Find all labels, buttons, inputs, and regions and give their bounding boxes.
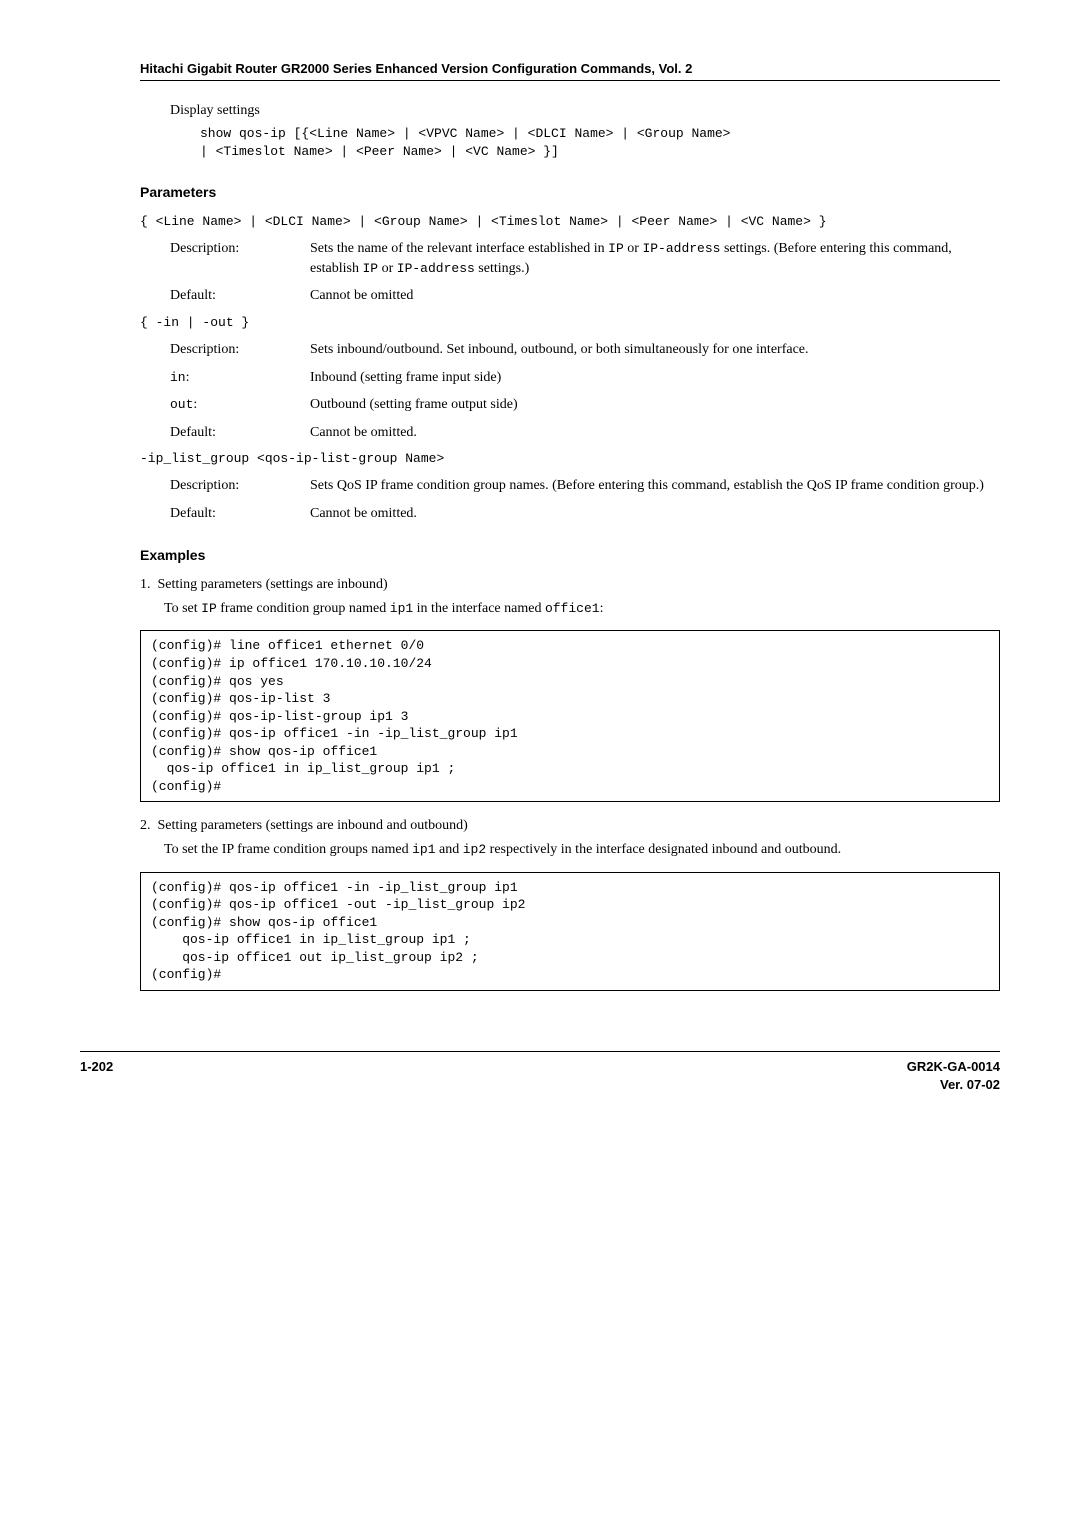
- example2-heading-row: 2. Setting parameters (settings are inbo…: [140, 816, 1000, 836]
- param3-desc-text: Sets QoS IP frame condition group names.…: [310, 476, 1000, 496]
- param2-default-val: Cannot be omitted.: [310, 423, 1000, 443]
- param3-desc-label: Description:: [170, 476, 310, 496]
- param2-desc-label: Description:: [170, 340, 310, 360]
- p1-desc-mid1: or: [624, 241, 643, 256]
- example1-heading: Setting parameters (settings are inbound…: [158, 577, 388, 592]
- display-settings-heading: Display settings: [170, 101, 1000, 121]
- param1-desc-label: Description:: [170, 239, 310, 278]
- param2-description-row: Description: Sets inbound/outbound. Set …: [170, 340, 1000, 360]
- param2-default-label: Default:: [170, 423, 310, 443]
- example2-heading: Setting parameters (settings are inbound…: [158, 818, 468, 833]
- param2-out-label: out:: [170, 395, 310, 415]
- examples-title: Examples: [140, 546, 1000, 566]
- param3-default-val: Cannot be omitted.: [310, 504, 1000, 524]
- p1-desc-mono1: IP: [608, 241, 624, 256]
- example1-body: To set IP frame condition group named ip…: [164, 599, 1000, 619]
- out-mono: out: [170, 397, 193, 412]
- param1-default-label: Default:: [170, 286, 310, 306]
- param1-description-row: Description: Sets the name of the releva…: [170, 239, 1000, 278]
- param3-default-label: Default:: [170, 504, 310, 524]
- doc-header-title: Hitachi Gigabit Router GR2000 Series Enh…: [140, 60, 1000, 81]
- show-syntax-line2: | <Timeslot Name> | <Peer Name> | <VC Na…: [200, 143, 1000, 161]
- param2-in-row: in: Inbound (setting frame input side): [170, 368, 1000, 388]
- page-footer: 1-202 GR2K-GA-0014 Ver. 07-02: [80, 1051, 1000, 1094]
- p1-desc-mono4: IP-address: [397, 261, 475, 276]
- e1-mid2: in the interface named: [413, 601, 545, 616]
- p1-desc-mono3: IP: [363, 261, 379, 276]
- e2-mono1: ip1: [412, 842, 435, 857]
- example1-num: 1.: [140, 577, 151, 592]
- out-colon: :: [193, 397, 197, 412]
- footer-right: GR2K-GA-0014 Ver. 07-02: [907, 1058, 1000, 1094]
- example1-heading-row: 1. Setting parameters (settings are inbo…: [140, 575, 1000, 595]
- param1-desc-text: Sets the name of the relevant interface …: [310, 239, 1000, 278]
- parameters-title: Parameters: [140, 183, 1000, 203]
- footer-page-number: 1-202: [80, 1058, 113, 1094]
- param2-out-row: out: Outbound (setting frame output side…: [170, 395, 1000, 415]
- e2-mid1: and: [436, 842, 463, 857]
- param3-syntax: -ip_list_group <qos-ip-list-group Name>: [140, 450, 1000, 468]
- param2-syntax: { -in | -out }: [140, 314, 1000, 332]
- show-syntax-line1: show qos-ip [{<Line Name> | <VPVC Name> …: [200, 125, 1000, 143]
- footer-version: Ver. 07-02: [907, 1076, 1000, 1094]
- param2-default-row: Default: Cannot be omitted.: [170, 423, 1000, 443]
- in-mono: in: [170, 370, 186, 385]
- e1-mono1: IP: [201, 601, 217, 616]
- p1-desc-mid3: or: [378, 261, 397, 276]
- param1-default-val: Cannot be omitted: [310, 286, 1000, 306]
- e2-pre: To set the IP frame condition groups nam…: [164, 842, 412, 857]
- p1-desc-post: settings.): [475, 261, 529, 276]
- e1-post: :: [600, 601, 604, 616]
- param2-out-val: Outbound (setting frame output side): [310, 395, 1000, 415]
- example1-code-block: (config)# line office1 ethernet 0/0 (con…: [140, 630, 1000, 802]
- example2-num: 2.: [140, 818, 151, 833]
- param1-syntax: { <Line Name> | <DLCI Name> | <Group Nam…: [140, 213, 1000, 231]
- p1-desc-pre: Sets the name of the relevant interface …: [310, 241, 608, 256]
- footer-doc-id: GR2K-GA-0014: [907, 1058, 1000, 1076]
- e1-pre: To set: [164, 601, 201, 616]
- in-colon: :: [186, 370, 190, 385]
- param3-description-row: Description: Sets QoS IP frame condition…: [170, 476, 1000, 496]
- e1-mid1: frame condition group named: [217, 601, 390, 616]
- param2-in-label: in:: [170, 368, 310, 388]
- e2-mono2: ip2: [463, 842, 486, 857]
- param2-in-val: Inbound (setting frame input side): [310, 368, 1000, 388]
- param1-default-row: Default: Cannot be omitted: [170, 286, 1000, 306]
- param2-desc-text: Sets inbound/outbound. Set inbound, outb…: [310, 340, 1000, 360]
- e2-post: respectively in the interface designated…: [486, 842, 841, 857]
- param3-default-row: Default: Cannot be omitted.: [170, 504, 1000, 524]
- example2-body: To set the IP frame condition groups nam…: [164, 840, 1000, 860]
- e1-mono2: ip1: [390, 601, 413, 616]
- example2-code-block: (config)# qos-ip office1 -in -ip_list_gr…: [140, 872, 1000, 991]
- e1-mono3: office1: [545, 601, 600, 616]
- p1-desc-mono2: IP-address: [642, 241, 720, 256]
